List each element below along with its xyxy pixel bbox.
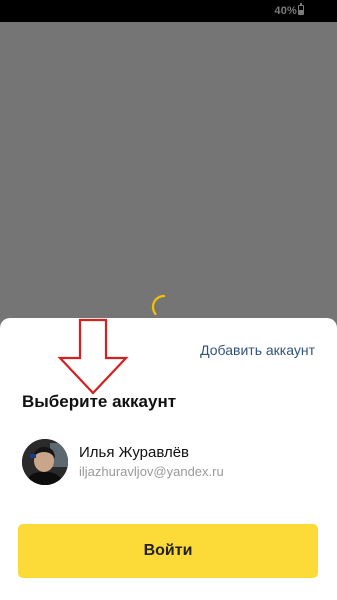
- avatar-photo-icon: [22, 439, 68, 485]
- login-button-label: Войти: [143, 542, 193, 559]
- battery-icon: [298, 3, 304, 15]
- status-bar: 40%: [0, 0, 337, 22]
- account-name: Илья Журавлёв: [79, 444, 190, 461]
- battery-percent: 40%: [274, 5, 297, 17]
- login-button[interactable]: Войти: [18, 524, 318, 578]
- account-picker-sheet: Добавить аккаунт Выберите аккаунт Илья Ж…: [0, 318, 337, 600]
- avatar: [22, 439, 68, 485]
- account-email: iljazhuravljov@yandex.ru: [79, 464, 224, 479]
- red-down-arrow-icon: [57, 318, 129, 395]
- sheet-title: Выберите аккаунт: [22, 392, 177, 411]
- add-account-link[interactable]: Добавить аккаунт: [200, 341, 315, 359]
- account-list-item[interactable]: Илья Журавлёв iljazhuravljov@yandex.ru: [0, 433, 337, 493]
